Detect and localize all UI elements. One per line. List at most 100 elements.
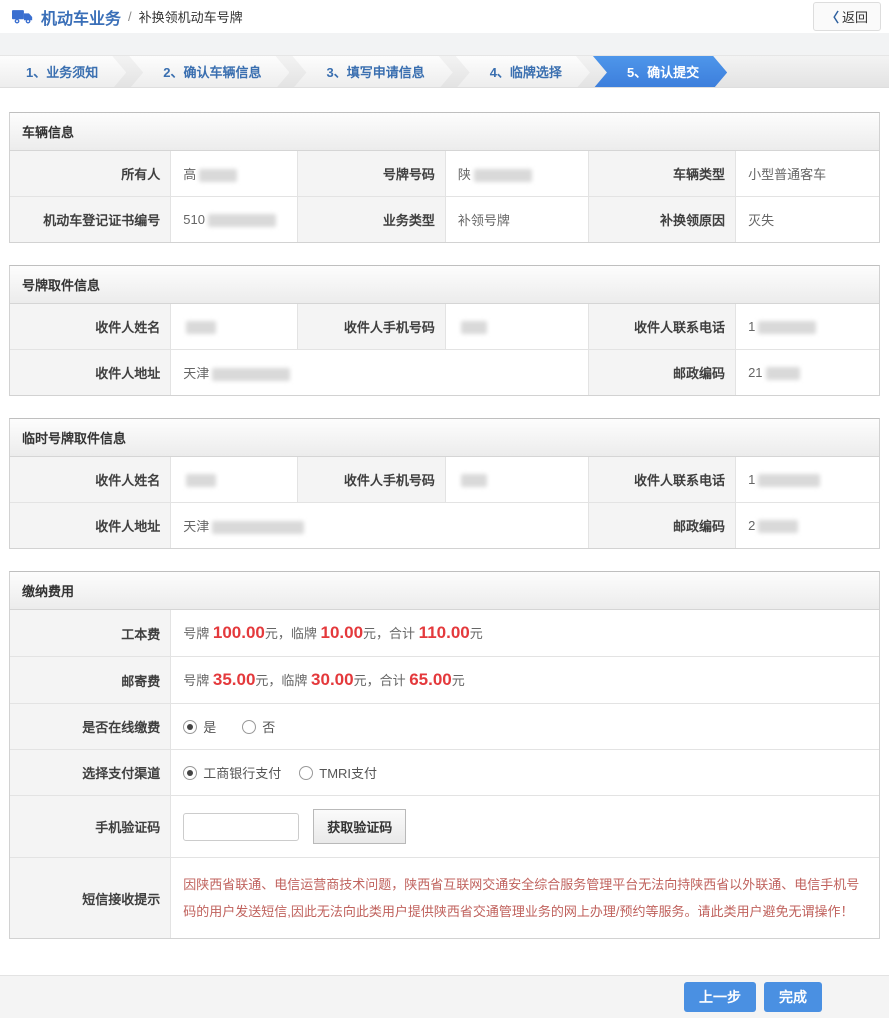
vehicle-info-table: 所有人 高 号牌号码 陕 车辆类型 小型普通客车 机动车登记证书编号 510 业… xyxy=(10,151,879,242)
radio-selected-icon[interactable] xyxy=(183,766,197,780)
radio-unselected-icon[interactable] xyxy=(242,720,256,734)
redacted-text xyxy=(461,474,487,487)
temp-plate-pickup-table: 收件人姓名 收件人手机号码 收件人联系电话 1 收件人地址 天津 邮政编码 2 xyxy=(10,457,879,548)
field-label-registration-cert: 机动车登记证书编号 xyxy=(10,197,171,243)
field-value-registration-cert: 510 xyxy=(171,197,298,243)
field-value-replace-reason: 灭失 xyxy=(736,197,879,243)
radio-online-pay-no[interactable]: 否 xyxy=(242,717,275,736)
field-value-recipient-mobile xyxy=(445,304,588,350)
field-value-postage-fee: 号牌 35.00元，临牌 30.00元，合计 65.00元 xyxy=(171,657,879,704)
table-row: 收件人姓名 收件人手机号码 收件人联系电话 1 xyxy=(10,457,879,503)
field-value-postal-code: 21 xyxy=(736,350,879,396)
fee-text: 元 xyxy=(452,673,465,688)
field-label-recipient-address: 收件人地址 xyxy=(10,503,171,549)
field-value-sms-captcha: 获取验证码 xyxy=(171,796,879,858)
radio-label: 工商银行支付 xyxy=(203,763,281,782)
back-button[interactable]: 〈 返回 xyxy=(813,2,881,31)
field-value-recipient-phone: 1 xyxy=(736,304,879,350)
table-row: 短信接收提示 因陕西省联通、电信运营商技术问题，陕西省互联网交通安全综合服务管理… xyxy=(10,858,879,939)
field-value-recipient-name xyxy=(171,304,298,350)
table-row: 是否在线缴费 是 否 xyxy=(10,704,879,750)
table-row: 收件人地址 天津 邮政编码 21 xyxy=(10,350,879,396)
field-label-recipient-mobile: 收件人手机号码 xyxy=(298,457,446,503)
fee-text: 元，临牌 xyxy=(255,673,311,688)
payment-table: 工本费 号牌 100.00元，临牌 10.00元，合计 110.00元 邮寄费 … xyxy=(10,610,879,938)
step-5-confirm-submit: 5、确认提交 xyxy=(593,56,727,88)
field-value-online-pay: 是 否 xyxy=(171,704,879,750)
fee-text: 元，临牌 xyxy=(265,626,321,641)
back-button-label: 返回 xyxy=(842,7,868,26)
field-label-recipient-name: 收件人姓名 xyxy=(10,457,171,503)
fee-text: 元 xyxy=(470,626,483,641)
section-temp-plate-pickup: 临时号牌取件信息 收件人姓名 收件人手机号码 收件人联系电话 1 收件人地址 天… xyxy=(9,418,880,549)
redacted-text xyxy=(212,368,290,381)
field-label-postal-code: 邮政编码 xyxy=(589,503,736,549)
page-title: 机动车业务 xyxy=(41,5,121,29)
field-value-recipient-address: 天津 xyxy=(171,350,589,396)
section-payment: 缴纳费用 工本费 号牌 100.00元，临牌 10.00元，合计 110.00元… xyxy=(9,571,880,939)
radio-unselected-icon[interactable] xyxy=(299,766,313,780)
field-value-postal-code: 2 xyxy=(736,503,879,549)
redacted-text xyxy=(758,474,820,487)
table-row: 工本费 号牌 100.00元，临牌 10.00元，合计 110.00元 xyxy=(10,610,879,657)
redacted-text xyxy=(199,169,237,182)
field-value-production-fee: 号牌 100.00元，临牌 10.00元，合计 110.00元 xyxy=(171,610,879,657)
table-row: 邮寄费 号牌 35.00元，临牌 30.00元，合计 65.00元 xyxy=(10,657,879,704)
finish-button[interactable]: 完成 xyxy=(764,982,822,1012)
previous-step-button[interactable]: 上一步 xyxy=(684,982,756,1012)
fee-amount: 30.00 xyxy=(311,670,354,689)
field-label-vehicle-type: 车辆类型 xyxy=(589,151,736,197)
radio-online-pay-yes[interactable]: 是 xyxy=(183,717,216,736)
field-value-recipient-phone: 1 xyxy=(736,457,879,503)
field-label-recipient-address: 收件人地址 xyxy=(10,350,171,396)
sms-notice-text: 因陕西省联通、电信运营商技术问题，陕西省互联网交通安全综合服务管理平台无法向持陕… xyxy=(183,871,869,925)
radio-label: 是 xyxy=(203,717,216,736)
field-value-recipient-address: 天津 xyxy=(171,503,589,549)
radio-selected-icon[interactable] xyxy=(183,720,197,734)
radio-label: TMRI支付 xyxy=(319,763,377,782)
field-label-business-type: 业务类型 xyxy=(298,197,446,243)
field-label-online-pay: 是否在线缴费 xyxy=(10,704,171,750)
fee-amount: 65.00 xyxy=(409,670,452,689)
fee-amount: 100.00 xyxy=(213,623,265,642)
step-wizard: 1、业务须知 2、确认车辆信息 3、填写申请信息 4、临牌选择 5、确认提交 xyxy=(0,55,889,88)
redacted-text xyxy=(758,321,816,334)
fee-text: 号牌 xyxy=(183,626,213,641)
field-value-recipient-mobile xyxy=(445,457,588,503)
radio-channel-icbc[interactable]: 工商银行支付 xyxy=(183,763,281,782)
field-value-plate-number: 陕 xyxy=(445,151,588,197)
redacted-text xyxy=(186,474,216,487)
captcha-input[interactable] xyxy=(183,813,299,841)
redacted-text xyxy=(461,321,487,334)
redacted-text xyxy=(212,521,304,534)
get-captcha-button[interactable]: 获取验证码 xyxy=(313,809,406,844)
field-value-recipient-name xyxy=(171,457,298,503)
chevron-left-icon: 〈 xyxy=(826,7,839,26)
field-label-sms-captcha: 手机验证码 xyxy=(10,796,171,858)
section-title-temp-plate-pickup: 临时号牌取件信息 xyxy=(10,419,879,457)
redacted-text xyxy=(208,214,276,227)
table-row: 所有人 高 号牌号码 陕 车辆类型 小型普通客车 xyxy=(10,151,879,197)
breadcrumb-separator: / xyxy=(128,9,132,24)
fee-amount: 10.00 xyxy=(321,623,364,642)
fee-amount: 110.00 xyxy=(419,623,470,642)
redacted-text xyxy=(766,367,800,380)
truck-icon xyxy=(12,9,34,25)
table-row: 收件人地址 天津 邮政编码 2 xyxy=(10,503,879,549)
fee-text: 号牌 xyxy=(183,673,213,688)
step-3-fill-application: 3、填写申请信息 xyxy=(292,56,452,88)
step-1-business-notice: 1、业务须知 xyxy=(0,56,126,88)
step-4-temp-plate: 4、临牌选择 xyxy=(456,56,590,88)
fee-amount: 35.00 xyxy=(213,670,256,689)
section-plate-pickup: 号牌取件信息 收件人姓名 收件人手机号码 收件人联系电话 1 收件人地址 天津 … xyxy=(9,265,880,396)
table-row: 手机验证码 获取验证码 xyxy=(10,796,879,858)
field-label-plate-number: 号牌号码 xyxy=(298,151,446,197)
radio-channel-tmri[interactable]: TMRI支付 xyxy=(299,763,377,782)
field-label-recipient-mobile: 收件人手机号码 xyxy=(298,304,446,350)
redacted-text xyxy=(186,321,216,334)
page-subtitle: 补换领机动车号牌 xyxy=(139,7,243,26)
section-vehicle-info: 车辆信息 所有人 高 号牌号码 陕 车辆类型 小型普通客车 机动车登记证书编号 … xyxy=(9,112,880,243)
field-label-sms-notice: 短信接收提示 xyxy=(10,858,171,939)
field-label-recipient-phone: 收件人联系电话 xyxy=(589,304,736,350)
field-label-recipient-name: 收件人姓名 xyxy=(10,304,171,350)
